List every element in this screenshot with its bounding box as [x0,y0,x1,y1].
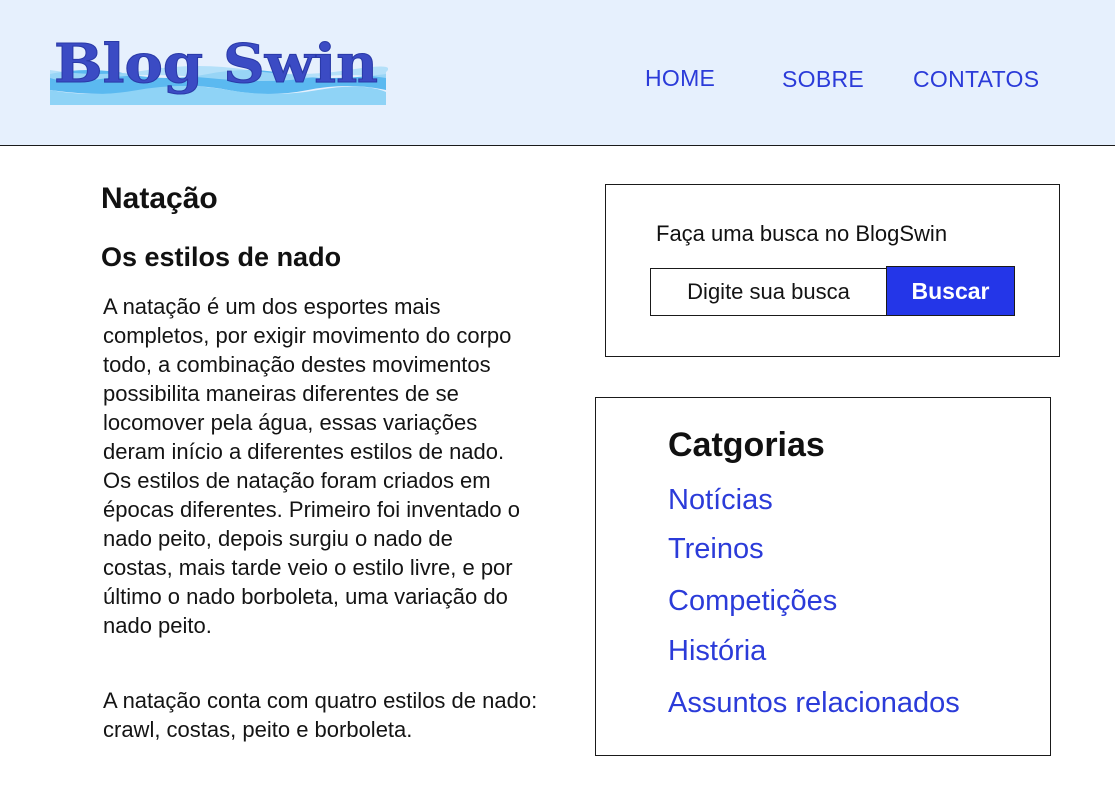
site-header: Blog Swin HOME SOBRE CONTATOS [0,0,1115,146]
search-panel: Faça uma busca no BlogSwin Buscar [605,184,1060,357]
categories-panel: Catgorias Notícias Treinos Competições H… [595,397,1051,756]
category-link-competicoes[interactable]: Competições [668,585,837,618]
nav-contatos-link[interactable]: CONTATOS [913,66,1039,93]
category-link-noticias[interactable]: Notícias [668,484,773,517]
nav-sobre-link[interactable]: SOBRE [782,66,864,93]
category-link-assuntos-relacionados[interactable]: Assuntos relacionados [668,687,960,720]
categories-title: Catgorias [668,426,825,464]
article-subtitle: Os estilos de nado [101,242,342,272]
article-paragraph: A natação conta com quatro estilos de na… [103,688,538,742]
svg-text:Blog Swin: Blog Swin [54,34,378,95]
category-link-treinos[interactable]: Treinos [668,533,764,566]
article-title: Natação [101,182,218,215]
logo-image: Blog Swin [50,34,388,105]
category-link-historia[interactable]: História [668,635,766,668]
search-button[interactable]: Buscar [886,266,1015,316]
search-input[interactable] [650,268,887,316]
search-label: Faça uma busca no BlogSwin [656,221,948,246]
article-paragraph: A natação é um dos esportes mais complet… [103,294,521,638]
blog-logo[interactable]: Blog Swin [48,34,388,108]
nav-home-link[interactable]: HOME [645,65,715,92]
